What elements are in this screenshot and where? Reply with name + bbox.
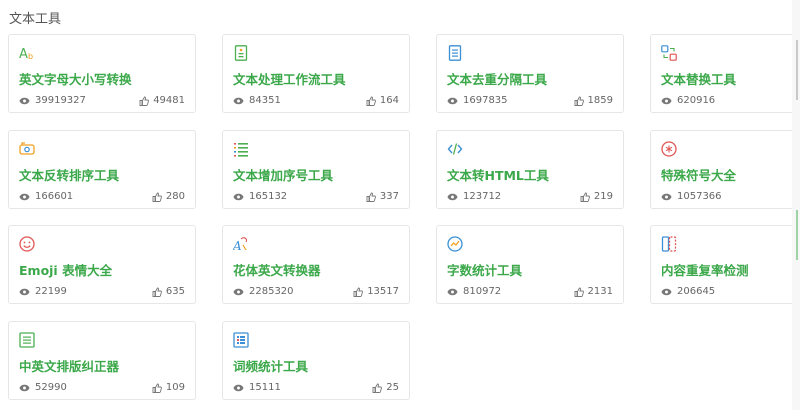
word-count-icon (233, 332, 249, 348)
thumbs-up-icon (372, 383, 383, 393)
thumbs-up-icon (366, 96, 376, 106)
thumbs-up-icon (152, 192, 162, 202)
eye-icon (19, 97, 30, 105)
eye-icon (447, 193, 458, 201)
tool-title: 词频统计工具 (233, 359, 309, 374)
thumbs-up-icon (574, 96, 584, 106)
view-count: 84351 (233, 95, 281, 106)
thumbs-up-icon (152, 287, 162, 297)
like-count[interactable]: 219 (580, 191, 613, 202)
like-count[interactable]: 25 (372, 382, 399, 393)
tool-title: 文本反转排序工具 (19, 168, 120, 183)
eye-icon (233, 288, 244, 296)
tool-title: Emoji 表情大全 (19, 263, 113, 278)
tool-card-replace[interactable]: 文本替换工具 620916 (650, 34, 800, 113)
eye-icon (233, 97, 244, 105)
replace-icon (661, 45, 677, 61)
tool-title: 文本处理工作流工具 (233, 72, 346, 87)
align-icon (19, 332, 35, 348)
tool-title: 文本替换工具 (661, 72, 737, 87)
thumbs-up-icon (366, 192, 376, 202)
tool-title: 文本增加序号工具 (233, 168, 334, 183)
tool-card-workflow[interactable]: 文本处理工作流工具 84351 164 (222, 34, 410, 113)
view-count: 810972 (447, 286, 501, 297)
eye-icon (447, 288, 458, 296)
scroll-edge (792, 0, 800, 410)
fancy-font-icon: A (233, 236, 249, 252)
thumbs-up-icon (139, 96, 150, 106)
view-count: 52990 (19, 382, 67, 393)
eye-icon (661, 97, 672, 105)
tool-title: 花体英文转换器 (233, 263, 321, 278)
chart-icon (447, 236, 463, 252)
like-count[interactable]: 337 (366, 191, 399, 202)
view-count: 22199 (19, 286, 67, 297)
view-count: 206645 (661, 286, 715, 297)
tool-card-word-count[interactable]: 字数统计工具 810972 2131 (436, 225, 624, 304)
scrollbar-thumb[interactable] (796, 40, 798, 100)
numbered-list-icon (233, 141, 249, 157)
tool-card-duplicate-check[interactable]: 内容重复率检测 206645 (650, 225, 800, 304)
document-lines-icon (447, 45, 463, 61)
view-count: 123712 (447, 191, 501, 202)
tool-card-dedupe[interactable]: 文本去重分隔工具 1697835 1859 (436, 34, 624, 113)
section-title: 文本工具 (9, 12, 62, 27)
tool-card-reverse[interactable]: 文本反转排序工具 166601 280 (8, 130, 196, 209)
thumbs-up-icon (580, 192, 590, 202)
tool-card-word-frequency[interactable]: 词频统计工具 15111 25 (222, 321, 410, 400)
view-count: 1057366 (661, 191, 722, 202)
tool-card-to-html[interactable]: 文本转HTML工具 123712 219 (436, 130, 624, 209)
asterisk-icon (661, 141, 677, 157)
view-count: 39919327 (19, 95, 86, 106)
view-count: 2285320 (233, 286, 294, 297)
edge-indicator (796, 210, 798, 260)
eye-icon (661, 288, 672, 296)
tool-card-case-convert[interactable]: Ab 英文字母大小写转换 39919327 49481 (8, 34, 196, 113)
tool-card-numbering[interactable]: 文本增加序号工具 165132 337 (222, 130, 410, 209)
like-count[interactable]: 280 (152, 191, 185, 202)
compare-icon (661, 236, 677, 252)
eye-icon (19, 288, 30, 296)
tool-card-fancy-font[interactable]: A 花体英文转换器 2285320 13517 (222, 225, 410, 304)
smile-icon (19, 236, 35, 252)
tool-title: 文本转HTML工具 (447, 168, 549, 183)
view-count: 1697835 (447, 95, 508, 106)
like-count[interactable]: 1859 (574, 95, 613, 106)
view-count: 165132 (233, 191, 287, 202)
eye-icon (19, 193, 30, 201)
view-count: 166601 (19, 191, 73, 202)
eye-icon (661, 193, 672, 201)
svg-text:b: b (28, 52, 33, 61)
like-count[interactable]: 13517 (353, 286, 399, 297)
code-icon (447, 141, 463, 157)
like-count[interactable]: 109 (152, 382, 185, 393)
tool-title: 特殊符号大全 (661, 168, 737, 183)
tool-title: 英文字母大小写转换 (19, 72, 132, 87)
eye-icon (447, 97, 458, 105)
svg-text:A: A (233, 239, 242, 252)
reverse-icon (19, 141, 35, 157)
view-count: 620916 (661, 95, 715, 106)
like-count[interactable]: 2131 (574, 286, 613, 297)
svg-text:A: A (19, 47, 28, 61)
tool-title: 文本去重分隔工具 (447, 72, 548, 87)
font-case-icon: Ab (19, 45, 35, 61)
thumbs-up-icon (574, 287, 584, 297)
thumbs-up-icon (353, 287, 364, 297)
tool-title: 字数统计工具 (447, 263, 523, 278)
eye-icon (19, 384, 30, 392)
like-count[interactable]: 164 (366, 95, 399, 106)
like-count[interactable]: 635 (152, 286, 185, 297)
thumbs-up-icon (152, 383, 162, 393)
workflow-icon (233, 45, 249, 61)
view-count: 15111 (233, 382, 281, 393)
eye-icon (233, 384, 244, 392)
tool-title: 内容重复率检测 (661, 263, 749, 278)
eye-icon (233, 193, 244, 201)
tool-card-emoji[interactable]: Emoji 表情大全 22199 635 (8, 225, 196, 304)
tool-title: 中英文排版纠正器 (19, 359, 120, 374)
tool-card-special-symbols[interactable]: 特殊符号大全 1057366 (650, 130, 800, 209)
tool-card-typography[interactable]: 中英文排版纠正器 52990 109 (8, 321, 196, 400)
like-count[interactable]: 49481 (139, 95, 185, 106)
